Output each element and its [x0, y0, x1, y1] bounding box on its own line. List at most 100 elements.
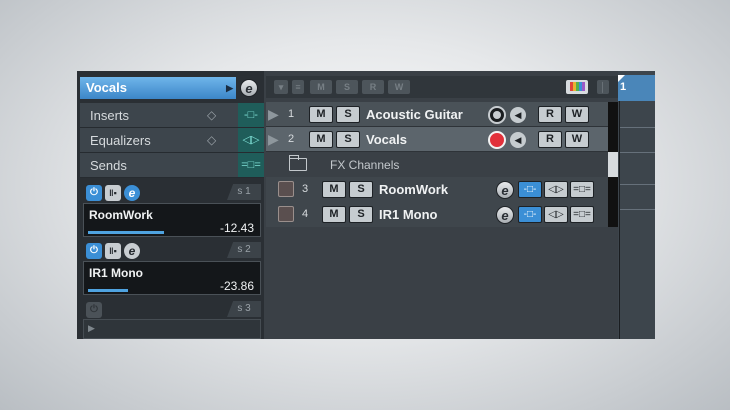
track-row-folder[interactable]: FX Channels [266, 152, 618, 177]
track-color-strip [608, 202, 618, 227]
eq-bypass-icon[interactable]: ◁▷ [238, 128, 264, 152]
solo-button[interactable]: S [349, 181, 373, 198]
inspector-section-equalizers[interactable]: Equalizers ◇ ◁▷ [80, 128, 264, 153]
send-level-bar[interactable] [88, 231, 164, 234]
equalizers-label: Equalizers [90, 133, 151, 148]
fx-channel-icon [278, 206, 294, 222]
track-number: 3 [302, 183, 309, 195]
solo-button[interactable]: S [349, 206, 373, 223]
mute-button[interactable]: M [309, 131, 333, 148]
track-divider [620, 152, 655, 153]
mute-button[interactable]: M [322, 206, 346, 223]
send-bypass-button[interactable]: =□= [570, 181, 594, 198]
send-slot-tab: s 1 [227, 184, 261, 200]
instrument-icon[interactable]: ‖▪ [105, 243, 121, 259]
send-slot-2-header: ⏻ ‖▪ e s 2 [83, 242, 261, 260]
track-list-toolbar: ▾ ≡ M S R W │ [266, 76, 618, 98]
project-cursor [619, 101, 620, 339]
send-slot-tab: s 3 [227, 301, 261, 317]
timeline-ruler[interactable]: 1 [618, 75, 655, 101]
track-divider [620, 184, 655, 185]
track-list: ▾ ≡ M S R W │ ▶ 1 M S Acoustic Guitar ◀ … [266, 71, 618, 339]
folder-icon[interactable] [289, 155, 307, 171]
track-color-icon[interactable] [566, 80, 588, 94]
speaker-icon[interactable]: ◀ [510, 132, 526, 148]
inspector-track-name: Vocals [86, 80, 127, 95]
audio-track-icon: ▶ [268, 131, 279, 147]
mute-button[interactable]: M [309, 106, 333, 123]
global-solo-button[interactable]: S [336, 80, 358, 94]
folder-name[interactable]: FX Channels [330, 158, 399, 172]
track-number: 2 [288, 133, 295, 145]
inspector-section-sends[interactable]: Sends =□= [80, 153, 264, 178]
record-enable-button[interactable] [488, 106, 506, 124]
write-button[interactable]: W [565, 106, 589, 123]
expand-arrow-icon[interactable]: ▶ [226, 77, 233, 99]
send-slot-1-header: ⏻ ‖▪ e s 1 [83, 184, 261, 202]
insert-bypass-button[interactable]: -□- [518, 206, 542, 223]
read-button[interactable]: R [538, 131, 562, 148]
global-write-button[interactable]: W [388, 80, 410, 94]
diamond-icon[interactable]: ◇ [207, 128, 216, 153]
edit-send-button[interactable]: e [124, 243, 140, 259]
speaker-icon[interactable]: ◀ [510, 107, 526, 123]
record-dot-icon [493, 111, 501, 119]
expand-arrow-icon[interactable]: ▶ [88, 323, 95, 334]
send-destination: IR1 Mono [89, 266, 143, 280]
power-icon[interactable]: ⏻ [86, 185, 102, 201]
mute-button[interactable]: M [322, 181, 346, 198]
power-icon[interactable]: ⏻ [86, 302, 102, 318]
track-name[interactable]: Vocals [366, 132, 407, 147]
track-name[interactable]: Acoustic Guitar [366, 107, 463, 122]
inserts-bypass-icon[interactable]: -□- [238, 103, 264, 127]
track-menu-icon[interactable]: ≡ [292, 80, 304, 94]
track-row-4[interactable]: 4 M S IR1 Mono e -□- ◁▷ =□= [266, 202, 618, 227]
track-row-3[interactable]: 3 M S RoomWork e -□- ◁▷ =□= [266, 177, 618, 202]
track-row-1[interactable]: ▶ 1 M S Acoustic Guitar ◀ R W [266, 102, 618, 127]
ruler-bar-number: 1 [620, 81, 627, 93]
cubase-window: Vocals ▶ e Inserts ◇ -□- Equalizers ◇ ◁▷… [77, 71, 655, 339]
global-mute-button[interactable]: M [310, 80, 332, 94]
sends-label: Sends [90, 158, 127, 173]
send-level-bar[interactable] [88, 289, 128, 292]
eq-bypass-button[interactable]: ◁▷ [544, 181, 568, 198]
sends-bypass-icon[interactable]: =□= [238, 153, 264, 177]
send-bypass-button[interactable]: =□= [570, 206, 594, 223]
eq-bypass-button[interactable]: ◁▷ [544, 206, 568, 223]
track-color-strip [608, 152, 618, 177]
send-destination: RoomWork [89, 208, 153, 222]
track-color-strip [608, 127, 618, 152]
diamond-icon[interactable]: ◇ [207, 103, 216, 128]
send-slot-3[interactable]: ▶ [83, 319, 261, 339]
track-name[interactable]: RoomWork [379, 182, 448, 197]
send-level-value: -23.86 [219, 279, 254, 293]
track-divider [620, 209, 655, 210]
track-number: 4 [302, 208, 309, 220]
write-button[interactable]: W [565, 131, 589, 148]
insert-bypass-button[interactable]: -□- [518, 181, 542, 198]
collapse-icon[interactable]: ▾ [274, 80, 288, 94]
track-row-2[interactable]: ▶ 2 M S Vocals ◀ R W [266, 127, 618, 152]
record-enable-button[interactable] [488, 131, 506, 149]
fx-channel-icon [278, 181, 294, 197]
read-button[interactable]: R [538, 106, 562, 123]
edit-channel-button[interactable]: e [496, 181, 514, 199]
power-icon[interactable]: ⏻ [86, 243, 102, 259]
instrument-icon[interactable]: ‖▪ [105, 185, 121, 201]
solo-button[interactable]: S [336, 106, 360, 123]
send-level-value: -12.43 [219, 221, 254, 235]
edit-channel-button[interactable]: e [240, 79, 258, 97]
arrange-window[interactable]: 1 [618, 71, 655, 339]
edit-send-button[interactable]: e [124, 185, 140, 201]
edit-channel-button[interactable]: e [496, 206, 514, 224]
inspector-track-header[interactable]: Vocals ▶ [80, 77, 236, 99]
send-slot-2[interactable]: IR1 Mono -23.86 [83, 261, 261, 295]
solo-button[interactable]: S [336, 131, 360, 148]
track-name[interactable]: IR1 Mono [379, 207, 438, 222]
settings-icon[interactable]: │ [597, 80, 609, 94]
inspector-section-inserts[interactable]: Inserts ◇ -□- [80, 103, 264, 128]
send-slot-tab: s 2 [227, 242, 261, 258]
send-slot-1[interactable]: RoomWork -12.43 [83, 203, 261, 237]
track-number: 1 [288, 108, 295, 120]
global-read-button[interactable]: R [362, 80, 384, 94]
